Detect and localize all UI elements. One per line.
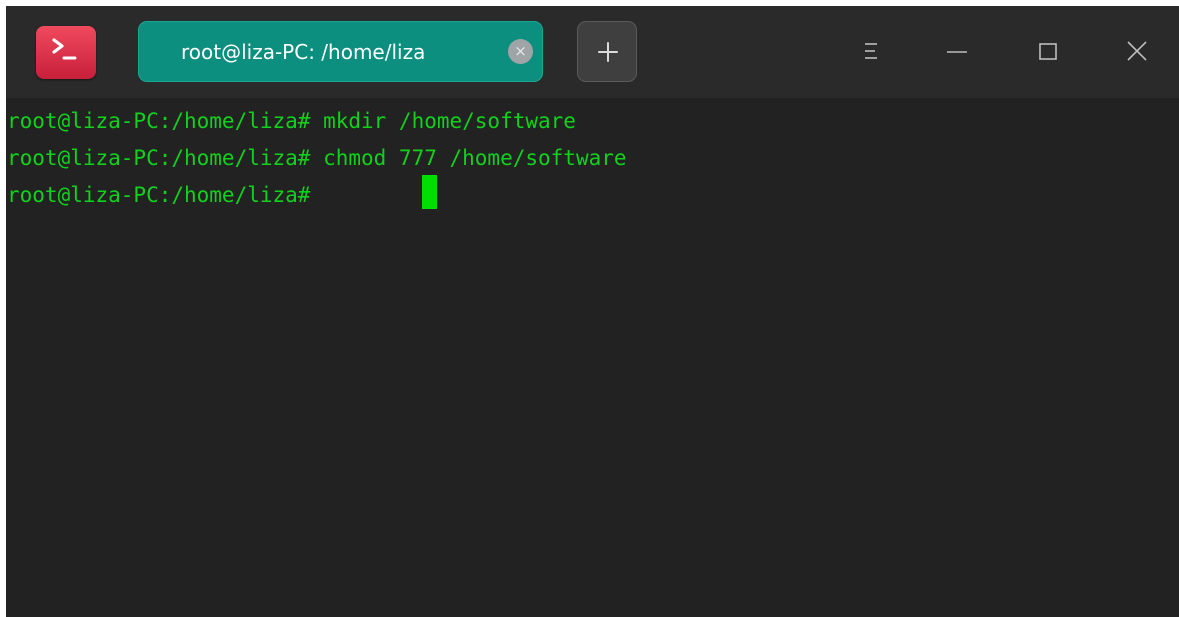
plus-icon <box>598 42 618 62</box>
new-tab-button[interactable] <box>577 21 637 82</box>
main-menu-button[interactable] <box>849 29 893 73</box>
terminal-line: root@liza-PC:/home/liza# chmod 777 /home… <box>7 146 627 170</box>
hamburger-menu-icon <box>865 43 877 59</box>
close-circle-icon[interactable]: × <box>508 39 533 64</box>
minimize-button[interactable] <box>935 29 979 73</box>
close-button[interactable] <box>1115 29 1159 73</box>
terminal-prompt-line: root@liza-PC:/home/liza# <box>7 183 324 207</box>
maximize-icon <box>1039 43 1057 60</box>
tab-terminal-session[interactable]: root@liza-PC: /home/liza × <box>138 21 543 82</box>
terminal-icon[interactable] <box>36 26 96 79</box>
terminal-line: root@liza-PC:/home/liza# mkdir /home/sof… <box>7 109 576 133</box>
tab-title: root@liza-PC: /home/liza <box>181 40 426 64</box>
minimize-icon <box>947 51 967 53</box>
title-bar: root@liza-PC: /home/liza × <box>6 6 1179 98</box>
terminal-output[interactable]: root@liza-PC:/home/liza# mkdir /home/sof… <box>6 98 1179 617</box>
terminal-cursor <box>422 175 437 209</box>
close-icon <box>1127 41 1147 61</box>
terminal-window: root@liza-PC: /home/liza × root@liza-PC:… <box>6 6 1179 617</box>
maximize-button[interactable] <box>1026 29 1070 73</box>
